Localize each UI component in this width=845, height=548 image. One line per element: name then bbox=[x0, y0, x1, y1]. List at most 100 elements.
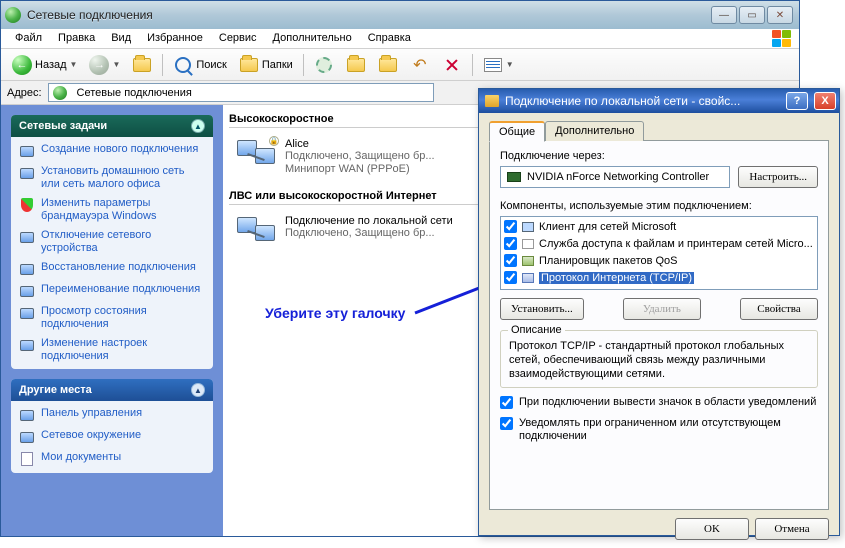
link-control-panel[interactable]: Панель управления bbox=[19, 407, 205, 423]
remove-button[interactable]: Удалить bbox=[623, 298, 701, 320]
component-checkbox[interactable] bbox=[504, 271, 517, 284]
menu-file[interactable]: Файл bbox=[7, 29, 50, 48]
component-checkbox[interactable] bbox=[504, 237, 517, 250]
panel-body: Создание нового подключения Установить д… bbox=[11, 137, 213, 369]
other-places-header[interactable]: Другие места ▲ bbox=[11, 379, 213, 401]
task-home-network[interactable]: Установить домашнюю сеть или сеть малого… bbox=[19, 165, 205, 191]
separator bbox=[303, 54, 304, 76]
task-rename[interactable]: Переименование подключения bbox=[19, 283, 205, 299]
tab-advanced[interactable]: Дополнительно bbox=[545, 121, 644, 141]
notify-limited-checkbox[interactable] bbox=[500, 417, 513, 430]
task-firewall-settings[interactable]: Изменить параметры брандмауэра Windows bbox=[19, 197, 205, 223]
folders-button[interactable]: Папки bbox=[234, 53, 298, 77]
component-checkbox[interactable] bbox=[504, 254, 517, 267]
tray-icon-checkbox[interactable] bbox=[500, 396, 513, 409]
menu-favorites[interactable]: Избранное bbox=[139, 29, 211, 48]
close-button[interactable]: ✕ bbox=[767, 6, 793, 24]
option-show-tray-icon[interactable]: При подключении вывести значок в области… bbox=[500, 396, 818, 409]
task-repair[interactable]: Восстановление подключения bbox=[19, 261, 205, 277]
configure-button[interactable]: Настроить... bbox=[738, 166, 818, 188]
connection-icon: 🔒 bbox=[237, 138, 277, 174]
link-network-places[interactable]: Сетевое окружение bbox=[19, 429, 205, 445]
copyto-button[interactable] bbox=[373, 53, 403, 77]
component-label: Служба доступа к файлам и принтерам сете… bbox=[539, 238, 813, 250]
task-label: Мои документы bbox=[41, 451, 121, 464]
delete-button[interactable] bbox=[437, 53, 467, 77]
address-field[interactable]: Сетевые подключения bbox=[48, 83, 434, 102]
component-label: Протокол Интернета (TCP/IP) bbox=[539, 272, 694, 284]
component-label: Планировщик пакетов QoS bbox=[539, 255, 678, 267]
repair-icon bbox=[20, 264, 34, 275]
panel-title: Сетевые задачи bbox=[19, 120, 107, 132]
component-checkbox[interactable] bbox=[504, 220, 517, 233]
disable-icon bbox=[20, 232, 34, 243]
minimize-button[interactable]: — bbox=[711, 6, 737, 24]
properties-button[interactable]: Свойства bbox=[740, 298, 818, 320]
settings-icon bbox=[20, 340, 34, 351]
menu-view[interactable]: Вид bbox=[103, 29, 139, 48]
tabstrip: Общие Дополнительно bbox=[489, 121, 829, 141]
connection-text: Alice Подключено, Защищено бр... Минипор… bbox=[285, 138, 435, 176]
forward-button[interactable]: → ▼ bbox=[84, 53, 125, 77]
link-my-documents[interactable]: Мои документы bbox=[19, 451, 205, 467]
component-tcpip[interactable]: Протокол Интернета (TCP/IP) bbox=[502, 269, 816, 286]
address-value: Сетевые подключения bbox=[77, 87, 192, 99]
dialog-body: Общие Дополнительно Подключение через: N… bbox=[479, 113, 839, 518]
undo-button[interactable]: ↶ bbox=[405, 53, 435, 77]
install-button[interactable]: Установить... bbox=[500, 298, 584, 320]
dialog-titlebar: Подключение по локальной сети - свойс...… bbox=[479, 89, 839, 113]
dialog-footer: OK Отмена bbox=[479, 518, 839, 548]
task-new-connection[interactable]: Создание нового подключения bbox=[19, 143, 205, 159]
status-icon bbox=[20, 308, 34, 319]
component-file-share[interactable]: Служба доступа к файлам и принтерам сете… bbox=[502, 235, 816, 252]
component-client[interactable]: Клиент для сетей Microsoft bbox=[502, 218, 816, 235]
sidebar: Сетевые задачи ▲ Создание нового подключ… bbox=[1, 105, 223, 536]
help-button[interactable]: ? bbox=[786, 92, 808, 110]
windows-logo-icon bbox=[771, 30, 793, 48]
task-disable-device[interactable]: Отключение сетевого устройства bbox=[19, 229, 205, 255]
window-title: Сетевые подключения bbox=[27, 8, 711, 22]
qos-icon bbox=[522, 256, 534, 266]
option-notify-limited[interactable]: Уведомлять при ограниченном или отсутств… bbox=[500, 417, 818, 443]
up-button[interactable] bbox=[127, 53, 157, 77]
task-view-status[interactable]: Просмотр состояния подключения bbox=[19, 305, 205, 331]
menu-help[interactable]: Справка bbox=[360, 29, 419, 48]
chevron-down-icon: ▼ bbox=[506, 60, 514, 69]
connection-text: Подключение по локальной сети Подключено… bbox=[285, 215, 453, 251]
task-change-settings[interactable]: Изменение настроек подключения bbox=[19, 337, 205, 363]
window-titlebar: Сетевые подключения — ▭ ✕ bbox=[1, 1, 799, 29]
task-label: Просмотр состояния подключения bbox=[41, 305, 205, 331]
network-tasks-header[interactable]: Сетевые задачи ▲ bbox=[11, 115, 213, 137]
views-button[interactable]: ▼ bbox=[478, 53, 519, 77]
search-button[interactable]: Поиск bbox=[168, 53, 231, 77]
back-arrow-icon: ← bbox=[12, 55, 32, 75]
tab-general[interactable]: Общие bbox=[489, 121, 545, 142]
connection-status: Подключено, Защищено бр... bbox=[285, 150, 435, 163]
menu-advanced[interactable]: Дополнительно bbox=[265, 29, 360, 48]
address-label: Адрес: bbox=[7, 87, 42, 99]
wizard-icon bbox=[20, 146, 34, 157]
shield-icon bbox=[21, 198, 33, 212]
moveto-button[interactable] bbox=[341, 53, 371, 77]
components-label: Компоненты, используемые этим подключени… bbox=[500, 200, 818, 212]
menu-tools[interactable]: Сервис bbox=[211, 29, 265, 48]
description-legend: Описание bbox=[508, 324, 565, 336]
menu-edit[interactable]: Правка bbox=[50, 29, 103, 48]
adapter-field: NVIDIA nForce Networking Controller bbox=[500, 166, 730, 188]
component-qos[interactable]: Планировщик пакетов QoS bbox=[502, 252, 816, 269]
back-button[interactable]: ← Назад ▼ bbox=[7, 53, 82, 77]
task-label: Изменить параметры брандмауэра Windows bbox=[41, 197, 205, 223]
close-button[interactable]: X bbox=[814, 92, 836, 110]
separator bbox=[162, 54, 163, 76]
folder-move-icon bbox=[347, 58, 365, 72]
tcpip-icon bbox=[522, 273, 534, 283]
dialog-icon bbox=[485, 95, 499, 107]
option-label: При подключении вывести значок в области… bbox=[519, 396, 816, 409]
option-label: Уведомлять при ограниченном или отсутств… bbox=[519, 417, 818, 443]
components-listbox[interactable]: Клиент для сетей Microsoft Служба доступ… bbox=[500, 216, 818, 290]
forward-arrow-icon: → bbox=[89, 55, 109, 75]
separator bbox=[472, 54, 473, 76]
sync-icon bbox=[316, 57, 332, 73]
maximize-button[interactable]: ▭ bbox=[739, 6, 765, 24]
sync-button[interactable] bbox=[309, 53, 339, 77]
